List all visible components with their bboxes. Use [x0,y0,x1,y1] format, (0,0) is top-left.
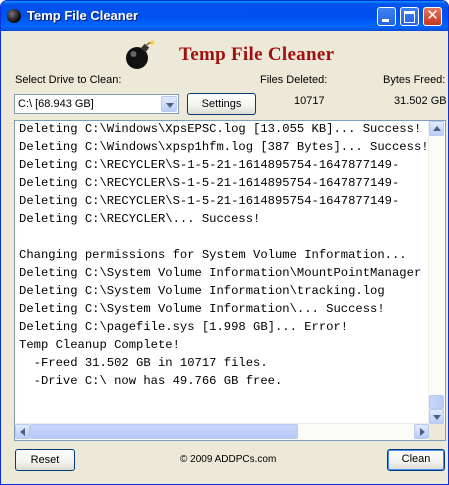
clean-button[interactable]: Clean [387,449,445,471]
log-line: Deleting C:\RECYCLER\S-1-5-21-1614895754… [19,176,400,190]
log-line: Deleting C:\RECYCLER\... Success! [19,212,261,226]
drive-label: Select Drive to Clean: [15,74,122,86]
log-line: Deleting C:\RECYCLER\S-1-5-21-1614895754… [19,194,400,208]
log-line: Deleting C:\Windows\xpsp1hfm.log [387 By… [19,140,429,154]
app-heading: Temp File Cleaner [179,44,335,65]
scrollbar-corner [429,424,445,440]
log-lines: Deleting C:\Windows\XpsEPSC.log [13.055 … [19,121,429,420]
files-deleted-label: Files Deleted: [260,74,328,86]
log-line: Deleting C:\RECYCLER\S-1-5-21-1614895754… [19,158,400,172]
bytes-freed-value: 31.502 GB [394,95,447,107]
log-line: Changing permissions for System Volume I… [19,248,407,262]
maximize-icon [404,11,415,23]
drive-select-value: C:\ [68.943 GB] [18,98,94,110]
log-output[interactable]: Deleting C:\Windows\XpsEPSC.log [13.055 … [14,120,446,441]
title-bar[interactable]: Temp File Cleaner ✕ [1,1,448,31]
log-line: -Freed 31.502 GB in 10717 files. [19,356,268,370]
scroll-left-arrow-icon[interactable] [15,424,30,439]
bytes-freed-label: Bytes Freed: [383,74,446,86]
scroll-right-arrow-icon[interactable] [414,424,429,439]
close-button[interactable]: ✕ [423,7,442,26]
files-deleted-value: 10717 [294,95,325,107]
close-icon: ✕ [426,6,439,24]
minimize-button[interactable] [377,7,396,26]
log-line: Deleting C:\Windows\XpsEPSC.log [13.055 … [19,122,422,136]
vertical-scroll-thumb[interactable] [429,395,444,409]
bomb-icon [7,9,21,23]
bomb-logo-icon [126,40,155,69]
scroll-up-arrow-icon[interactable] [429,121,444,136]
minimize-icon [382,19,389,22]
window-title: Temp File Cleaner [27,8,139,23]
reset-button[interactable]: Reset [15,449,75,471]
horizontal-scrollbar[interactable] [15,423,429,440]
log-line: Temp Cleanup Complete! [19,338,180,352]
scroll-down-arrow-icon[interactable] [429,409,444,424]
horizontal-scroll-thumb[interactable] [30,424,298,439]
settings-button[interactable]: Settings [187,93,256,115]
copyright-text: © 2009 ADDPCs.com [180,454,277,465]
log-line: Deleting C:\System Volume Information\Mo… [19,266,422,280]
app-window: Temp File Cleaner ✕ Temp File Cleaner Se… [0,0,449,485]
log-line: Deleting C:\System Volume Information\..… [19,302,385,316]
chevron-down-icon[interactable] [161,96,177,112]
log-line: Deleting C:\pagefile.sys [1.998 GB]... E… [19,320,349,334]
log-line: -Drive C:\ now has 49.766 GB free. [19,374,283,388]
vertical-scrollbar[interactable] [428,121,445,424]
drive-select[interactable]: C:\ [68.943 GB] [14,94,179,114]
maximize-button[interactable] [400,7,419,26]
log-line: Deleting C:\System Volume Information\tr… [19,284,385,298]
